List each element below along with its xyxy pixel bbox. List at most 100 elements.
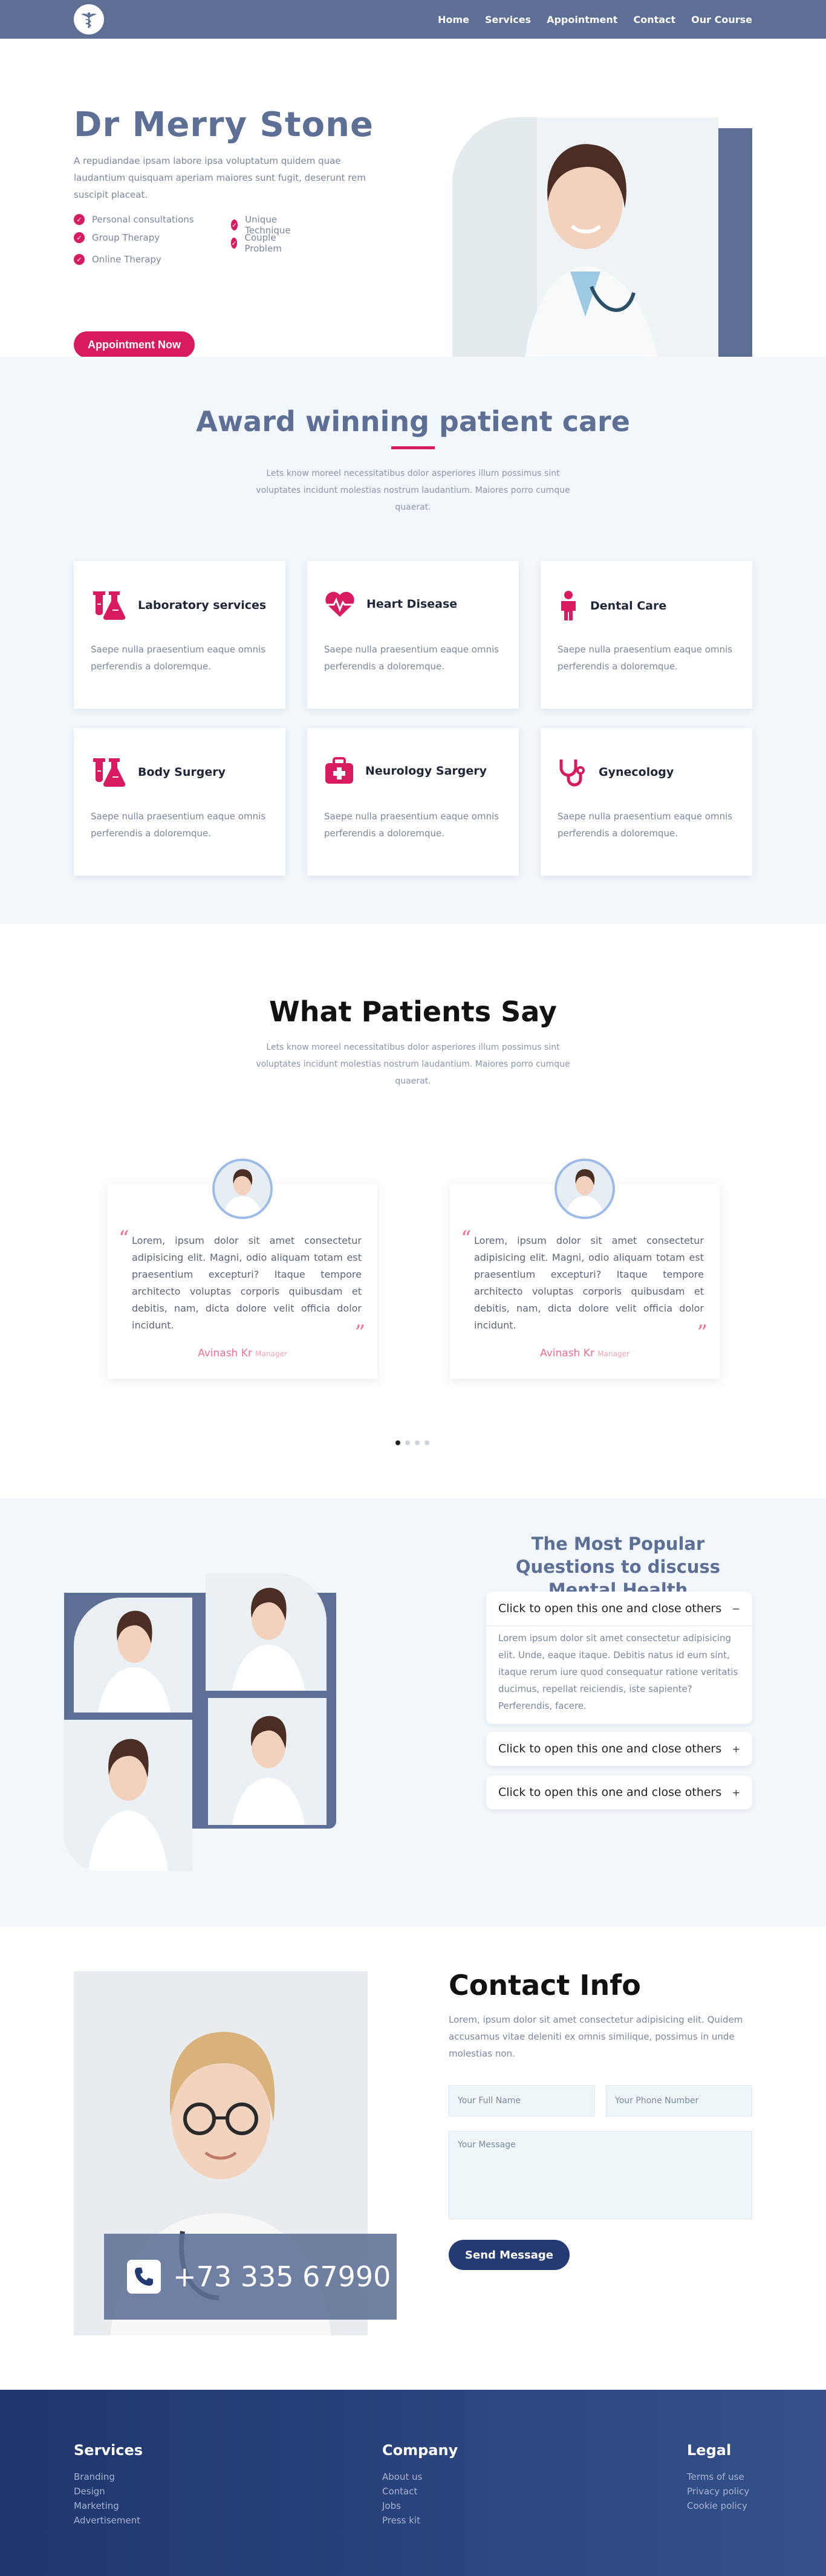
carousel-dot[interactable] (405, 1440, 410, 1445)
footer-heading: Company (382, 2442, 458, 2459)
card-title: Body Surgery (138, 766, 226, 779)
feature-item: ✓ Personal consultations (74, 214, 194, 225)
flask-icon (93, 591, 126, 620)
quote-open-icon: “ (461, 1226, 472, 1251)
footer-link[interactable]: Jobs (382, 2499, 458, 2513)
card-title: Laboratory services (138, 599, 267, 612)
nav-link-our-course[interactable]: Our Course (691, 14, 752, 25)
card-header: Gynecology (558, 757, 674, 787)
nav-links: Home Services Appointment Contact Our Co… (438, 14, 752, 25)
full-name-input[interactable]: Your Full Name (449, 2085, 595, 2116)
carousel-dot[interactable] (424, 1440, 429, 1445)
feature-label: Couple Problem (244, 232, 282, 254)
footer-link[interactable]: Advertisement (74, 2513, 143, 2528)
phone-input[interactable]: Your Phone Number (606, 2085, 752, 2116)
carousel-dots (395, 1440, 429, 1445)
footer-link[interactable]: About us (382, 2470, 458, 2484)
accordion-item: Click to open this one and close others … (486, 1592, 752, 1724)
contact-description: Lorem, ipsum dolor sit amet consectetur … (449, 2014, 743, 2059)
testimonials-title: What Patients Say (269, 995, 557, 1028)
testimonial-author: Avinash Kr Manager (108, 1347, 377, 1359)
service-card[interactable]: Dental Care Saepe nulla praesentium eaqu… (541, 561, 752, 709)
phone-icon (127, 2260, 161, 2294)
card-text: Saepe nulla praesentium eaque omnis perf… (91, 644, 266, 672)
plus-icon: + (732, 1786, 740, 1798)
author-name: Avinash Kr (198, 1347, 252, 1359)
check-icon: ✓ (231, 238, 238, 249)
title-underline (391, 446, 435, 449)
send-message-button[interactable]: Send Message (449, 2240, 570, 2270)
footer-column-legal: Legal Terms of use Privacy policy Cookie… (687, 2442, 749, 2513)
medkit-icon (325, 757, 353, 784)
services-subtitle: Lets know moreel necessitatibus dolor as… (256, 469, 570, 512)
service-card[interactable]: Neurology Sargery Saepe nulla praesentiu… (307, 728, 519, 876)
author-role: Manager (255, 1350, 287, 1358)
footer-link[interactable]: Terms of use (687, 2470, 749, 2484)
author-role: Manager (597, 1350, 629, 1358)
quote-close-icon: ” (354, 1321, 365, 1345)
feature-item: ✓ Couple Problem (231, 232, 286, 254)
gallery-photo (206, 1573, 327, 1691)
footer-column-services: Services Branding Design Marketing Adver… (74, 2442, 143, 2528)
testimonial-text: Lorem, ipsum dolor sit amet consectetur … (474, 1235, 704, 1331)
card-text: Saepe nulla praesentium eaque omnis perf… (324, 644, 499, 672)
caduceus-icon (81, 12, 97, 28)
check-icon: ✓ (74, 214, 85, 225)
testimonial-card: “ Lorem, ipsum dolor sit amet consectetu… (450, 1159, 720, 1379)
carousel-dot[interactable] (415, 1440, 420, 1445)
nav-link-contact[interactable]: Contact (633, 14, 675, 25)
footer-link[interactable]: Cookie policy (687, 2499, 749, 2513)
footer-link[interactable]: Branding (74, 2470, 143, 2484)
accordion-item: Click to open this one and close others … (486, 1732, 752, 1766)
appointment-button[interactable]: Appointment Now (74, 331, 195, 358)
check-icon: ✓ (74, 254, 85, 265)
footer-link[interactable]: Marketing (74, 2499, 143, 2513)
card-text: Saepe nulla praesentium eaque omnis perf… (558, 811, 733, 839)
card-text: Saepe nulla praesentium eaque omnis perf… (324, 811, 499, 839)
testimonial-text: Lorem, ipsum dolor sit amet consectetur … (132, 1235, 362, 1331)
gallery-photo (64, 1720, 192, 1871)
quote-open-icon: “ (119, 1226, 129, 1251)
message-textarea[interactable]: Your Message (449, 2131, 752, 2219)
contact-title: Contact Info (449, 1969, 641, 2002)
card-header: Dental Care (558, 590, 666, 622)
stethoscope-icon (559, 759, 585, 787)
card-title: Gynecology (599, 766, 674, 779)
accordion-header[interactable]: Click to open this one and close others … (486, 1775, 752, 1809)
testimonial-card: “ Lorem, ipsum dolor sit amet consectetu… (108, 1159, 377, 1379)
check-icon: ✓ (231, 220, 238, 230)
service-card[interactable]: Laboratory services Saepe nulla praesent… (74, 561, 285, 709)
plus-icon: + (732, 1743, 740, 1755)
gallery-photo (74, 1598, 192, 1712)
accordion-header[interactable]: Click to open this one and close others … (486, 1592, 752, 1625)
nav-link-services[interactable]: Services (485, 14, 531, 25)
logo[interactable] (74, 4, 104, 34)
hero-description: A repudiandae ipsam labore ipsa voluptat… (74, 155, 366, 200)
phone-number[interactable]: +73 335 67990 (173, 2260, 391, 2293)
service-card[interactable]: Body Surgery Saepe nulla praesentium eaq… (74, 728, 285, 876)
nav-link-home[interactable]: Home (438, 14, 469, 25)
accordion-header[interactable]: Click to open this one and close others … (486, 1732, 752, 1766)
minus-icon: − (732, 1602, 740, 1615)
card-title: Dental Care (590, 599, 667, 613)
card-header: Laboratory services (91, 590, 266, 620)
hero-features: ✓ Personal consultations ✓ Unique Techniqu… (74, 214, 291, 281)
service-card[interactable]: Heart Disease Saepe nulla praesentium ea… (307, 561, 519, 709)
footer-link[interactable]: Design (74, 2484, 143, 2499)
author-name: Avinash Kr (540, 1347, 594, 1359)
footer-link[interactable]: Privacy policy (687, 2484, 749, 2499)
check-icon: ✓ (74, 232, 85, 243)
nav-link-appointment[interactable]: Appointment (547, 14, 617, 25)
footer-link[interactable]: Press kit (382, 2513, 458, 2528)
testimonials-subtitle: Lets know moreel necessitatibus dolor as… (256, 1042, 570, 1086)
feature-label: Personal consultations (92, 214, 194, 225)
footer-link[interactable]: Contact (382, 2484, 458, 2499)
feature-label: Online Therapy (92, 254, 161, 265)
service-cards: Laboratory services Saepe nulla praesent… (74, 561, 752, 876)
service-card[interactable]: Gynecology Saepe nulla praesentium eaque… (541, 728, 752, 876)
accordion-item: Click to open this one and close others … (486, 1775, 752, 1809)
feature-label: Group Therapy (92, 232, 160, 243)
footer-heading: Legal (687, 2442, 732, 2459)
feature-item: ✓ Group Therapy (74, 232, 160, 243)
carousel-dot[interactable] (395, 1440, 400, 1445)
